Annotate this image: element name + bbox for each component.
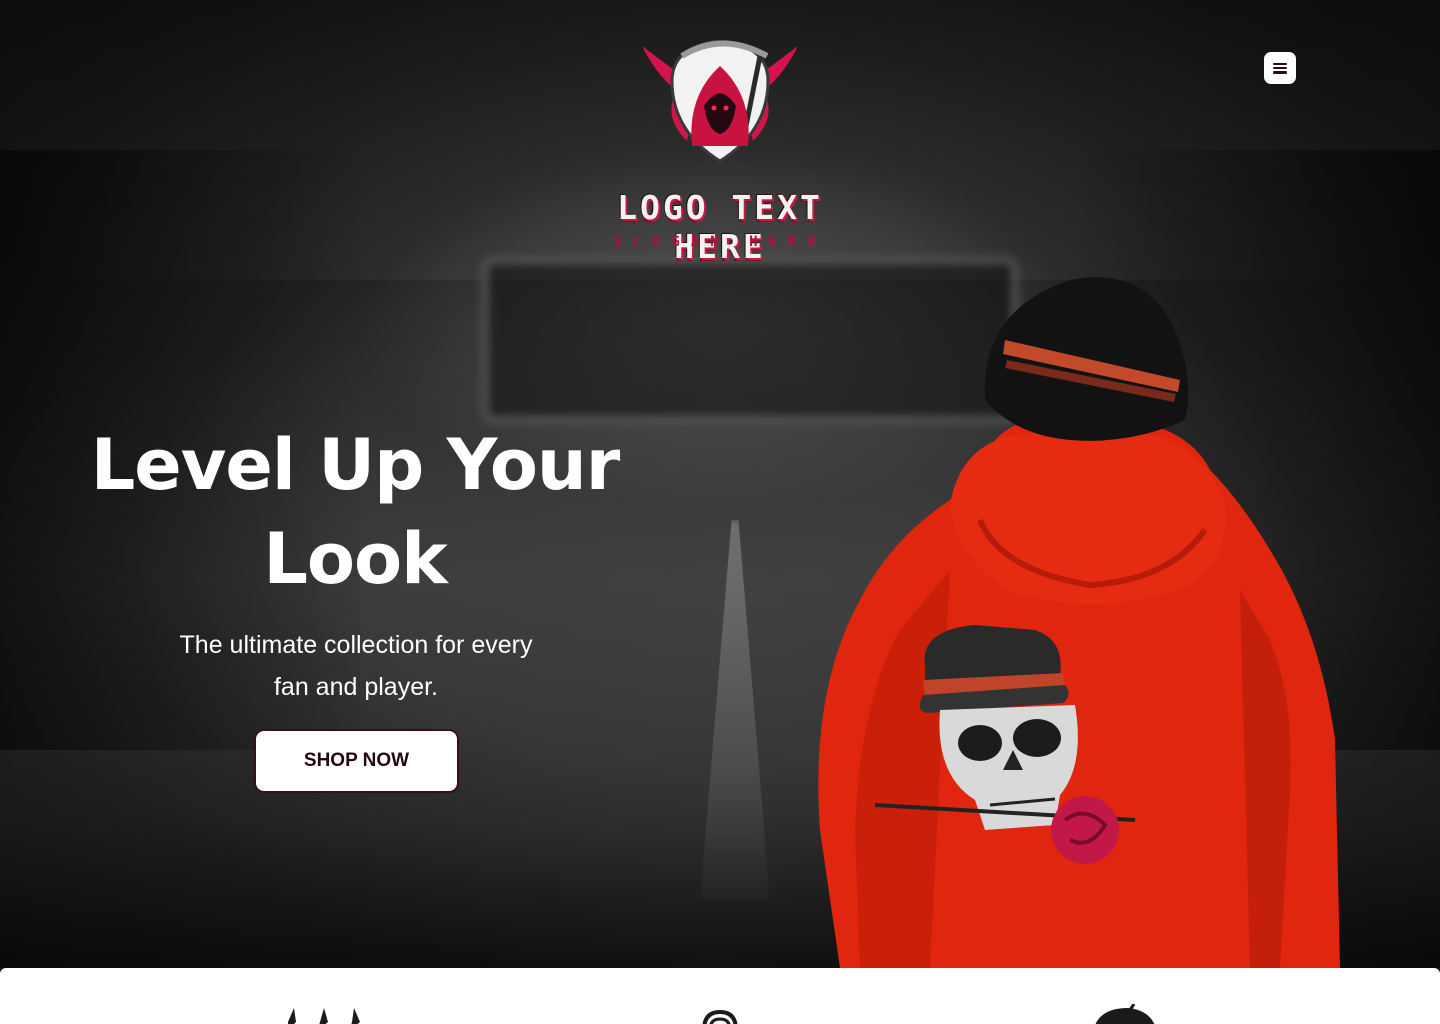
menu-button[interactable] <box>1264 52 1296 84</box>
features-section <box>0 968 1440 1024</box>
hero-headline-line1: Level Up Your <box>90 424 621 506</box>
site-logo[interactable]: LOGO TEXT HERE SLOGAN HERE <box>570 36 870 266</box>
reaper-emblem-icon <box>642 39 798 163</box>
controller-icon <box>702 1010 738 1024</box>
hamburger-icon <box>1273 62 1287 74</box>
hero-subheadline: The ultimate collection for every fan an… <box>136 624 576 708</box>
shop-now-button[interactable]: SHOP NOW <box>254 729 459 793</box>
bomb-icon <box>1095 1004 1155 1024</box>
hero-subheadline-line2: fan and player. <box>273 673 438 701</box>
logo-slogan: SLOGAN HERE <box>613 234 827 250</box>
logo-text: LOGO TEXT HERE <box>617 188 823 266</box>
hero-model-image <box>800 270 1360 968</box>
hero-headline: Level Up Your Look <box>60 418 650 606</box>
hero-headline-line2: Look <box>263 518 447 600</box>
hero-subheadline-line1: The ultimate collection for every <box>179 631 533 659</box>
crown-icon <box>288 1008 360 1024</box>
